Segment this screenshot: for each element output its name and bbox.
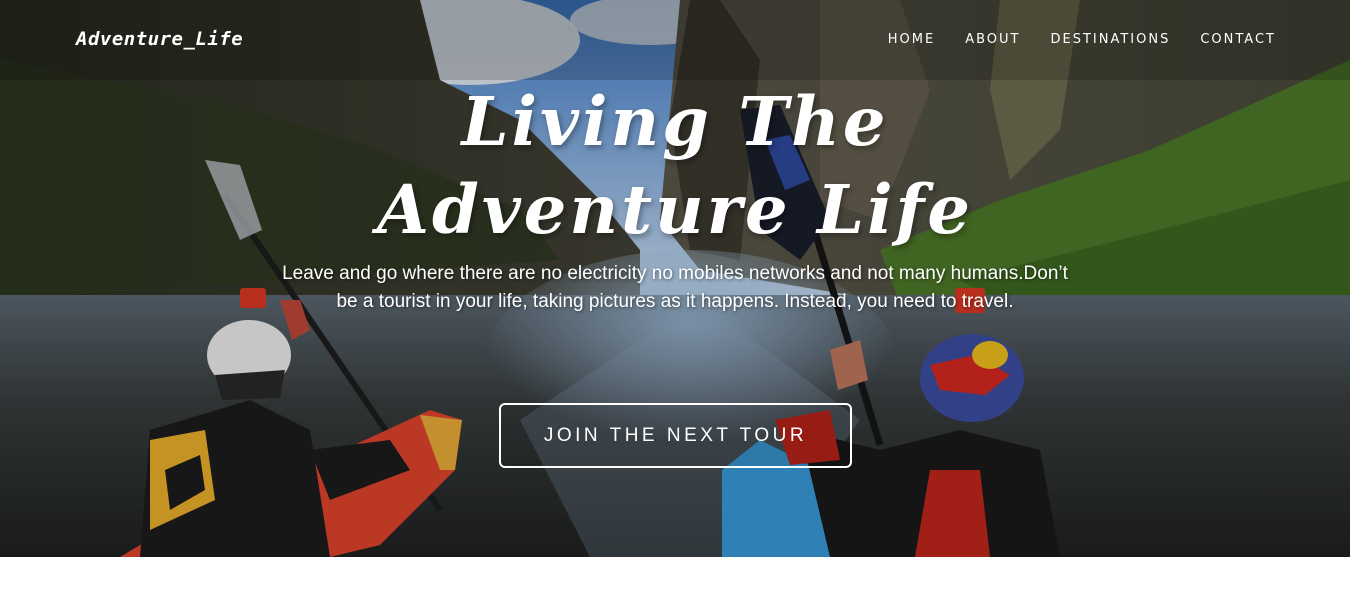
brand-logo[interactable]: Adventure_Life <box>76 28 243 50</box>
hero-title-line-1: Living The <box>461 82 889 161</box>
nav-link-destinations[interactable]: DESTINATIONS <box>1051 32 1171 47</box>
hero-subtitle: Leave and go where there are no electric… <box>282 263 1068 312</box>
join-tour-button[interactable]: JOIN THE NEXT TOUR <box>499 403 852 468</box>
nav-link-home[interactable]: HOME <box>888 32 935 47</box>
main-nav: HOME ABOUT DESTINATIONS CONTACT <box>888 32 1276 47</box>
nav-link-about[interactable]: ABOUT <box>965 32 1020 47</box>
top-navbar: Adventure_Life HOME ABOUT DESTINATIONS C… <box>0 0 1350 80</box>
hero-title: Living The Adventure Life <box>0 78 1350 254</box>
nav-link-contact[interactable]: CONTACT <box>1200 32 1276 47</box>
hero-title-line-2: Adventure Life <box>376 170 974 249</box>
